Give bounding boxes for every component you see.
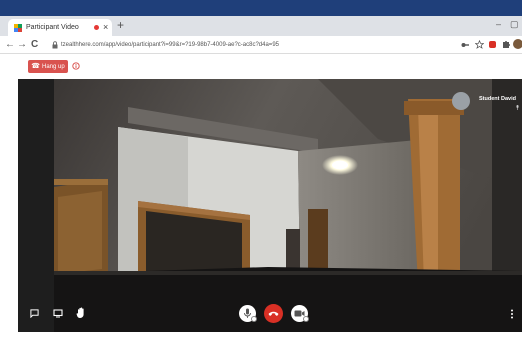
reload-button[interactable]: C: [31, 39, 38, 51]
more-options-icon[interactable]: [510, 309, 514, 319]
profile-avatar-icon[interactable]: [513, 39, 522, 49]
puzzle-extension-icon[interactable]: [502, 40, 510, 49]
recording-indicator-icon: [94, 25, 99, 30]
bookmark-star-icon[interactable]: [475, 40, 484, 49]
info-icon[interactable]: [72, 62, 80, 70]
end-call-icon: [268, 311, 279, 316]
tab-title: Participant Video: [26, 24, 79, 31]
tab-favicon-icon: [14, 24, 22, 32]
mic-options-icon[interactable]: [251, 316, 257, 322]
key-icon[interactable]: [461, 41, 469, 49]
tab-close-button[interactable]: ×: [103, 21, 108, 33]
minimize-button[interactable]: –: [496, 18, 501, 30]
raise-hand-icon[interactable]: [76, 307, 86, 319]
participant-avatar: [452, 92, 470, 110]
end-call-button[interactable]: [264, 304, 283, 323]
hang-up-button[interactable]: ☎ Hang up: [28, 60, 68, 73]
tab-participant-video[interactable]: Participant Video ×: [8, 19, 112, 36]
address-bar: ← → C tzealthhere.com/app/video/particip…: [0, 36, 522, 54]
back-button[interactable]: ←: [5, 39, 15, 51]
camera-options-icon[interactable]: [303, 316, 309, 322]
screen-share-icon[interactable]: [53, 309, 63, 318]
camera-button[interactable]: [291, 305, 309, 322]
participant-mic-icon: [516, 105, 519, 110]
microphone-button[interactable]: [239, 305, 257, 322]
forward-button[interactable]: →: [17, 39, 27, 51]
maximize-button[interactable]: ▢: [510, 18, 519, 30]
lock-icon: [52, 41, 58, 49]
pdf-extension-icon[interactable]: [489, 41, 496, 48]
video-feed: [18, 79, 522, 332]
url-field[interactable]: tzealthhere.com/app/video/participant?i=…: [61, 40, 441, 50]
os-taskbar: [0, 0, 522, 16]
new-tab-button[interactable]: +: [117, 18, 124, 32]
chat-icon[interactable]: [30, 309, 39, 318]
hang-up-label: Hang up: [42, 64, 65, 70]
remote-camera-view: [18, 79, 522, 332]
page-footer: [0, 332, 522, 343]
participant-tile[interactable]: Student David: [452, 91, 522, 112]
phone-icon: ☎: [31, 63, 41, 70]
participant-name: Student David: [479, 96, 516, 102]
browser-tab-strip: Participant Video ×: [0, 16, 522, 36]
